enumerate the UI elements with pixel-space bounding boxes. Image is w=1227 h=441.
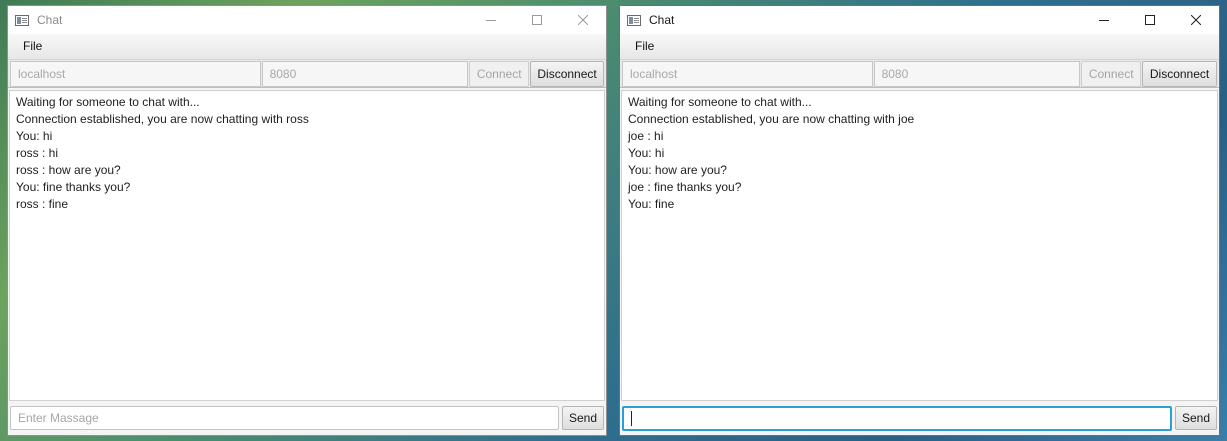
minimize-icon <box>1099 20 1109 21</box>
message-input[interactable] <box>622 405 1172 431</box>
chat-window-left: Chat File localhost 8080 Connect Disconn… <box>7 5 607 436</box>
minimize-icon <box>486 20 496 21</box>
chat-message: Waiting for someone to chat with... <box>16 95 200 109</box>
send-button[interactable]: Send <box>562 406 604 430</box>
connection-bar: localhost 8080 Connect Disconnect <box>620 60 1219 88</box>
maximize-button[interactable] <box>1127 6 1173 34</box>
chat-log[interactable]: Waiting for someone to chat with... Conn… <box>621 90 1218 401</box>
app-window-icon <box>627 14 641 26</box>
host-field[interactable]: localhost <box>10 61 261 87</box>
chat-message: You: fine thanks you? <box>16 180 131 194</box>
disconnect-button[interactable]: Disconnect <box>1142 61 1217 87</box>
message-bar: Send <box>620 401 1219 435</box>
maximize-icon <box>532 15 542 25</box>
text-caret <box>631 410 632 426</box>
menu-file[interactable]: File <box>627 34 662 59</box>
menu-file[interactable]: File <box>15 34 50 59</box>
title-bar[interactable]: Chat <box>620 6 1219 34</box>
minimize-button[interactable] <box>468 6 514 34</box>
connect-button[interactable]: Connect <box>1081 61 1142 87</box>
chat-message: joe : hi <box>628 129 664 143</box>
chat-message: You: hi <box>628 146 665 160</box>
app-window-icon <box>15 14 29 26</box>
chat-message: You: hi <box>16 129 53 143</box>
port-field[interactable]: 8080 <box>261 61 469 87</box>
message-input[interactable]: Enter Massage <box>10 406 559 430</box>
close-button[interactable] <box>1173 6 1219 34</box>
chat-message: joe : fine thanks you? <box>628 180 742 194</box>
chat-message: You: how are you? <box>628 163 727 177</box>
title-bar[interactable]: Chat <box>8 6 606 34</box>
chat-log[interactable]: Waiting for someone to chat with... Conn… <box>9 90 605 401</box>
maximize-button[interactable] <box>514 6 560 34</box>
window-title: Chat <box>649 13 675 27</box>
connect-button[interactable]: Connect <box>469 61 530 87</box>
close-icon <box>578 15 588 25</box>
port-field[interactable]: 8080 <box>873 61 1081 87</box>
send-button[interactable]: Send <box>1175 406 1217 430</box>
minimize-button[interactable] <box>1081 6 1127 34</box>
menu-bar: File <box>620 34 1219 60</box>
message-bar: Enter Massage Send <box>8 401 606 435</box>
maximize-icon <box>1145 15 1155 25</box>
chat-message: Waiting for someone to chat with... <box>628 95 812 109</box>
chat-message: ross : fine <box>16 197 69 211</box>
connection-bar: localhost 8080 Connect Disconnect <box>8 60 606 88</box>
host-field[interactable]: localhost <box>622 61 873 87</box>
close-icon <box>1191 15 1201 25</box>
disconnect-button[interactable]: Disconnect <box>530 61 604 87</box>
chat-message: Connection established, you are now chat… <box>16 112 309 126</box>
chat-message: Connection established, you are now chat… <box>628 112 915 126</box>
chat-window-right: Chat File localhost 8080 Connect Disconn… <box>619 5 1220 436</box>
chat-message: You: fine <box>628 197 675 211</box>
chat-message: ross : how are you? <box>16 163 121 177</box>
chat-message: ross : hi <box>16 146 59 160</box>
window-title: Chat <box>37 13 63 27</box>
menu-bar: File <box>8 34 606 60</box>
close-button[interactable] <box>560 6 606 34</box>
